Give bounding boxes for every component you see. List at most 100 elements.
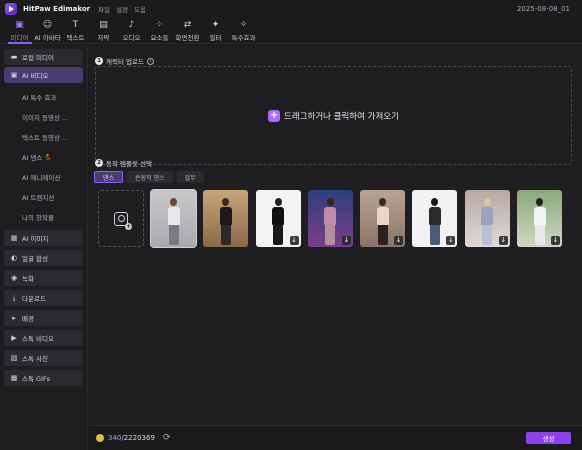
sidebar-item-stock-gifs[interactable]: ▩ 스톡 GIFs — [4, 370, 83, 386]
tool-label: 텍스트 — [66, 34, 85, 42]
sidebar-item-download[interactable]: ⤓ 다운로드 — [4, 290, 83, 306]
sidebar-sub-image-to-video[interactable]: 이미지 동영상 ... — [4, 107, 83, 127]
step-title: 캐릭터 업로드 — [106, 58, 144, 66]
tool-effects[interactable]: ✧ 특수효과 — [230, 19, 257, 43]
tool-label: AI 아바타 — [34, 34, 61, 42]
sidebar-sub-label: AI 댄스 — [22, 154, 43, 162]
step-title: 동작 템플릿 선택 — [106, 160, 152, 168]
tool-transition[interactable]: ⇄ 화면전환 — [174, 19, 201, 43]
ai-video-icon: ▣ — [10, 71, 18, 79]
generate-button[interactable]: 생성 — [526, 432, 571, 444]
dancer-figure — [167, 198, 180, 245]
app-logo-icon — [5, 3, 17, 15]
sidebar-item-label: 다운로드 — [22, 295, 46, 303]
download-icon[interactable]: ↓ — [289, 236, 299, 245]
upload-motion-button[interactable] — [98, 190, 144, 247]
character-upload-dropzone[interactable]: + 드래그하거나 클릭하여 가져오기 — [95, 66, 572, 165]
sidebar-item-label: AI 이미지 — [22, 235, 49, 243]
tool-elements[interactable]: ⁘ 요소들 — [146, 19, 173, 43]
step-upload-heading: 1 캐릭터 업로드 i — [95, 56, 154, 66]
sidebar-sub-ai-dance[interactable]: AI 댄스 💃 — [4, 147, 83, 167]
tab-group-dance[interactable]: 걸무 — [176, 171, 204, 183]
template-thumbnail-4[interactable]: ↓ — [307, 190, 353, 247]
template-thumbnail-7[interactable]: ↓ — [464, 190, 510, 247]
main-panel: 1 캐릭터 업로드 i + 드래그하거나 클릭하여 가져오기 2 동작 템플릿 … — [89, 45, 582, 425]
sidebar: ▬ 로컬 미디어 ▣ AI 비디오 AI 특수 효과 이미지 동영상 ... 텍… — [0, 45, 88, 450]
app-window: HitPaw Edimakor 파일 설정 도움 2025-08-08_01 ▣… — [0, 0, 582, 450]
template-thumbnail-2[interactable] — [203, 190, 249, 247]
credit-balance: 340/2220369 — [108, 434, 155, 442]
sidebar-sub-ai-animation[interactable]: AI 애니메이션 — [4, 167, 83, 187]
dropzone-text: 드래그하거나 클릭하여 가져오기 — [284, 111, 399, 122]
effects-icon: ✧ — [239, 20, 248, 30]
bottom-bar: 340/2220369 ⟳ 생성 — [89, 425, 582, 450]
step-number: 2 — [95, 159, 103, 167]
sidebar-item-stock-video[interactable]: ▶ 스톡 비디오 — [4, 330, 83, 346]
tool-label: 미디어 — [10, 34, 29, 42]
download-icon: ⤓ — [12, 294, 16, 302]
sidebar-item-label: AI 비디오 — [22, 72, 49, 80]
tool-label: 특수효과 — [231, 34, 256, 42]
dancer-figure — [219, 198, 232, 245]
dancer-figure — [481, 198, 494, 245]
download-icon[interactable]: ↓ — [498, 236, 508, 245]
plus-icon: + — [268, 109, 281, 122]
sidebar-item-ai-video[interactable]: ▣ AI 비디오 — [4, 67, 83, 83]
tool-label: 자막 — [97, 34, 110, 42]
menu-settings[interactable]: 설정 — [116, 4, 128, 14]
menu-file[interactable]: 파일 — [98, 4, 110, 14]
dancer-figure — [428, 198, 441, 245]
title-bar: HitPaw Edimakor 파일 설정 도움 2025-08-08_01 — [0, 0, 582, 18]
template-thumbnail-6[interactable]: ↓ — [412, 190, 458, 247]
download-icon[interactable]: ↓ — [551, 236, 561, 245]
sidebar-item-label: 스톡 사진 — [22, 355, 48, 363]
dancer-icon: 💃 — [44, 153, 52, 161]
template-thumbnail-3[interactable]: ↓ — [255, 190, 301, 247]
filter-icon: ✦ — [211, 20, 220, 30]
template-thumbnail-8[interactable]: ↓ — [517, 190, 563, 247]
sidebar-item-local-media[interactable]: ▬ 로컬 미디어 — [4, 49, 83, 65]
info-icon[interactable]: i — [146, 57, 154, 65]
tool-filter[interactable]: ✦ 필터 — [202, 19, 229, 43]
download-icon[interactable]: ↓ — [341, 236, 351, 245]
tool-media[interactable]: ▣ 미디어 — [6, 19, 33, 43]
tool-ai-avatar[interactable]: ☺ AI 아바타 — [34, 19, 61, 43]
tab-dance[interactable]: 댄스 — [94, 171, 124, 183]
tab-hand-dance[interactable]: 손동작 댄스 — [127, 171, 173, 183]
tool-label: 필터 — [209, 34, 222, 42]
main-toolbar: ▣ 미디어 ☺ AI 아바타 T 텍스트 ▤ 자막 ♪ 오디오 ⁘ 요소들 ⇄ … — [0, 18, 582, 44]
sidebar-sub-my-creations[interactable]: 나의 창작물 — [4, 207, 83, 227]
tool-label: 요소들 — [150, 34, 169, 42]
gif-icon: ▩ — [10, 374, 18, 382]
sidebar-item-face-swap[interactable]: ◐ 얼굴 합성 — [4, 250, 83, 266]
template-grid: ↓ ↓ ↓ — [98, 189, 569, 248]
sidebar-item-ai-image[interactable]: ▦ AI 이미지 — [4, 230, 83, 246]
elements-icon: ⁘ — [155, 20, 164, 30]
dancer-figure — [272, 198, 285, 245]
template-thumbnail-5[interactable]: ↓ — [360, 190, 406, 247]
tool-subtitle[interactable]: ▤ 자막 — [90, 19, 117, 43]
sidebar-sub-ai-effects[interactable]: AI 특수 효과 — [4, 87, 83, 107]
sidebar-item-label: 배경 — [22, 315, 34, 323]
download-icon[interactable]: ↓ — [446, 236, 456, 245]
sidebar-item-background[interactable]: ▸ 배경 — [4, 310, 83, 326]
sidebar-item-stock-photo[interactable]: ▨ 스톡 사진 — [4, 350, 83, 366]
ai-image-icon: ▦ — [10, 234, 18, 242]
project-date: 2025-08-08_01 — [516, 5, 570, 13]
step-number: 1 — [95, 57, 103, 65]
sidebar-item-label: 얼굴 합성 — [22, 255, 48, 263]
menu-help[interactable]: 도움 — [134, 4, 146, 14]
dancer-figure — [376, 198, 389, 245]
refresh-icon[interactable]: ⟳ — [163, 433, 171, 443]
active-tool-underline — [8, 42, 32, 44]
download-icon[interactable]: ↓ — [394, 236, 404, 245]
transition-icon: ⇄ — [183, 20, 192, 30]
tool-audio[interactable]: ♪ 오디오 — [118, 19, 145, 43]
audio-icon: ♪ — [128, 20, 135, 30]
template-thumbnail-1[interactable] — [150, 189, 197, 248]
sidebar-sub-text-to-video[interactable]: 텍스트 동영상 ... — [4, 127, 83, 147]
tool-text[interactable]: T 텍스트 — [62, 19, 89, 43]
sidebar-item-record[interactable]: ◉ 녹화 — [4, 270, 83, 286]
sidebar-sub-ai-transition[interactable]: AI 트랜지션 — [4, 187, 83, 207]
coin-icon — [96, 434, 104, 442]
